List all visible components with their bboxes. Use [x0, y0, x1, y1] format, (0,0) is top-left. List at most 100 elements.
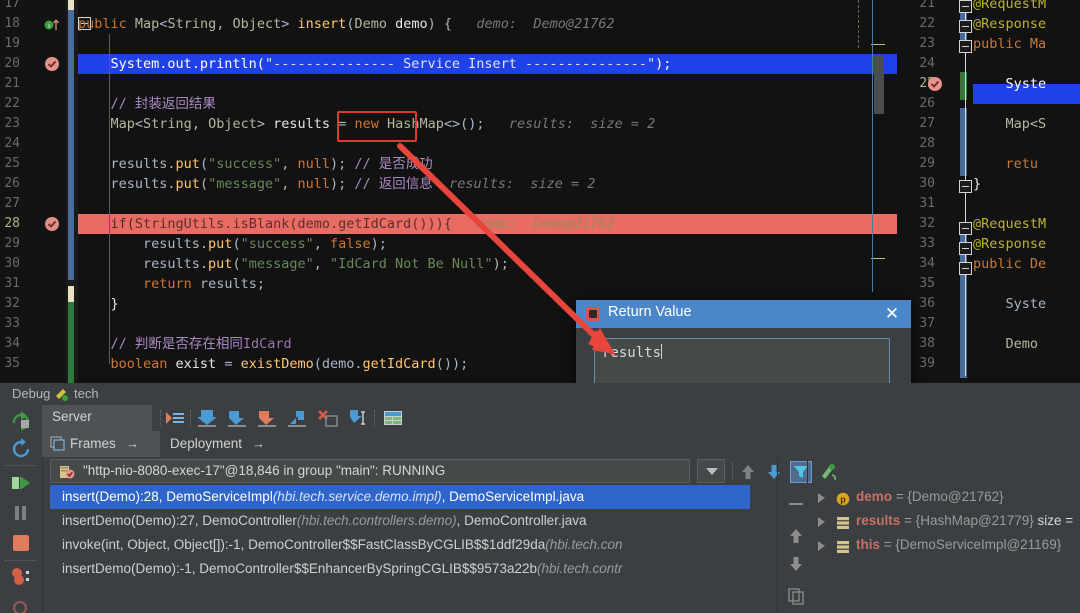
frame-list-item[interactable]: insert(Demo):28, DemoServiceImpl(hbi.tec… [50, 485, 750, 509]
inline-debug-hint: results: size = 2 [449, 176, 595, 192]
frames-list[interactable]: insert(Demo):28, DemoServiceImpl(hbi.tec… [50, 485, 750, 613]
editor-gutter[interactable]: 17 18 19 20 21 22 23 24 25 26 27 28 29 3… [0, 0, 66, 383]
step-into-icon[interactable] [226, 408, 248, 428]
code-line: @RequestM [973, 214, 1046, 234]
breakpoint-verified-icon[interactable] [44, 56, 60, 72]
frame-package: (hbi.tech.controllers.demo) [297, 513, 457, 528]
editor-zone: 17 18 19 20 21 22 23 24 25 26 27 28 29 3… [0, 0, 1080, 383]
debug-main-area: Server [42, 405, 1080, 613]
line-number: 29 [915, 154, 935, 174]
breakpoint-verified-icon[interactable] [927, 76, 943, 92]
editor-right[interactable]: 21 22 23 24 25 26 27 28 29 30 31 32 33 3… [915, 0, 1080, 383]
resume-program-icon[interactable] [9, 471, 33, 495]
code-fold-toggle[interactable] [959, 222, 972, 235]
expand-arrow-icon[interactable] [818, 517, 825, 527]
arrow-down-icon[interactable] [765, 463, 783, 486]
thread-dropdown-button[interactable] [697, 459, 725, 483]
code-line: results.put("message", "IdCard Not Be Nu… [78, 254, 855, 274]
force-step-into-icon[interactable] [256, 408, 278, 428]
parameter-icon: p [836, 490, 850, 504]
code-fold-toggle[interactable] [959, 262, 972, 275]
line-number: 31 [0, 274, 20, 294]
tab-frames[interactable]: Frames → [42, 431, 160, 457]
vcs-modified-marker [68, 286, 74, 302]
line-number: 39 [915, 354, 935, 374]
variable-text: this = {DemoServiceImpl@21169} [856, 533, 1061, 557]
rerun-icon[interactable] [9, 409, 33, 433]
line-number: 31 [915, 194, 935, 214]
close-icon[interactable]: ✕ [881, 303, 903, 325]
step-over-icon[interactable] [196, 408, 218, 428]
code-line: if(StringUtils.isBlank(demo.getIdCard())… [78, 214, 855, 234]
frame-list-item[interactable]: invoke(int, Object, Object[]):-1, DemoCo… [50, 533, 750, 557]
code-line: Demo [973, 334, 1046, 354]
tab-deployment[interactable]: Deployment → [160, 431, 280, 457]
variable-row[interactable]: p demo = {Demo@21762} [812, 485, 1080, 509]
frame-package: (hbi.tech.con [545, 537, 622, 552]
debug-tool-window: Debug tech [0, 383, 1080, 613]
drop-frame-icon[interactable] [316, 408, 338, 428]
view-breakpoints-icon[interactable] [9, 565, 33, 589]
move-down-icon[interactable] [787, 555, 805, 573]
editor-right-gutter[interactable]: 21 22 23 24 25 26 27 28 29 30 31 32 33 3… [915, 0, 959, 383]
expand-arrow-icon[interactable] [818, 493, 825, 503]
filter-icon[interactable] [790, 461, 812, 483]
ide-window: 17 18 19 20 21 22 23 24 25 26 27 28 29 3… [0, 0, 1080, 613]
line-number: 28 [915, 134, 935, 154]
frame-file: , DemoServiceImpl.java [442, 489, 585, 504]
code-fold-toggle[interactable] [959, 180, 972, 193]
show-execution-point-icon[interactable] [164, 408, 186, 428]
run-to-cursor-icon[interactable] [346, 408, 368, 428]
restart-icon[interactable] [9, 437, 33, 461]
variable-row[interactable]: this = {DemoServiceImpl@21169} [812, 533, 1080, 557]
line-number: 25 [0, 154, 20, 174]
code-fold-toggle[interactable] [959, 242, 972, 255]
panel-splitter[interactable] [777, 459, 778, 613]
thread-selector[interactable]: "http-nio-8080-exec-17"@18,846 in group … [50, 459, 690, 483]
code-line: Syste [973, 74, 1046, 94]
code-line: Map<String, Object> results = new HashMa… [78, 114, 855, 134]
editor-right-code[interactable]: @RequestM @Response public Ma Syste Map<… [973, 0, 1080, 383]
mute-breakpoints-icon[interactable] [9, 595, 33, 613]
arrow-up-icon[interactable] [739, 463, 757, 486]
frame-method: insertDemo(Demo):-1, DemoController$$Enh… [62, 561, 537, 576]
idea-app-icon [586, 307, 600, 321]
divider [160, 410, 162, 426]
line-number: 34 [0, 334, 20, 354]
divider [5, 560, 37, 562]
code-fold-toggle[interactable] [959, 40, 972, 53]
copy-icon[interactable] [787, 587, 805, 605]
pause-program-icon[interactable] [9, 501, 33, 525]
settings-icon[interactable] [818, 462, 838, 487]
divider [732, 463, 734, 479]
stop-icon[interactable] [9, 531, 33, 555]
code-fold-toggle[interactable] [959, 0, 972, 13]
frame-method: invoke(int, Object, Object[]):-1, DemoCo… [62, 537, 545, 552]
line-number: 37 [915, 314, 935, 334]
move-up-icon[interactable] [787, 527, 805, 545]
line-number: 35 [0, 354, 20, 374]
frame-list-item[interactable]: insertDemo(Demo):-1, DemoController$$Enh… [50, 557, 750, 581]
dialog-title-bar[interactable]: Return Value ✕ [576, 300, 911, 328]
tab-deployment-label: Deployment [170, 436, 242, 451]
code-line: @RequestM [973, 0, 1046, 14]
editor-right-fold-rail[interactable] [959, 0, 973, 383]
variables-list[interactable]: p demo = {Demo@21762} results = {H [812, 485, 1080, 613]
tab-server[interactable]: Server [42, 405, 152, 431]
minus-icon[interactable] [787, 495, 805, 513]
line-number: 27 [915, 114, 935, 134]
object-icon [836, 538, 850, 552]
code-line: results.put("success", false); [78, 234, 855, 254]
code-line: results.put("success", null); // 是否成功 [78, 154, 855, 174]
line-number: 22 [0, 94, 20, 114]
variable-row[interactable]: results = {HashMap@21779} size = [812, 509, 1080, 533]
thread-label: "http-nio-8080-exec-17"@18,846 in group … [83, 463, 445, 478]
code-fold-toggle[interactable] [959, 20, 972, 33]
breakpoint-verified-icon[interactable] [44, 216, 60, 232]
evaluate-expression-icon[interactable] [382, 408, 404, 428]
expand-arrow-icon[interactable] [818, 541, 825, 551]
method-implemented-icon[interactable]: i [44, 16, 60, 32]
frame-list-item[interactable]: insertDemo(Demo):27, DemoController(hbi.… [50, 509, 750, 533]
step-out-icon[interactable] [286, 408, 308, 428]
line-number: 24 [915, 54, 935, 74]
